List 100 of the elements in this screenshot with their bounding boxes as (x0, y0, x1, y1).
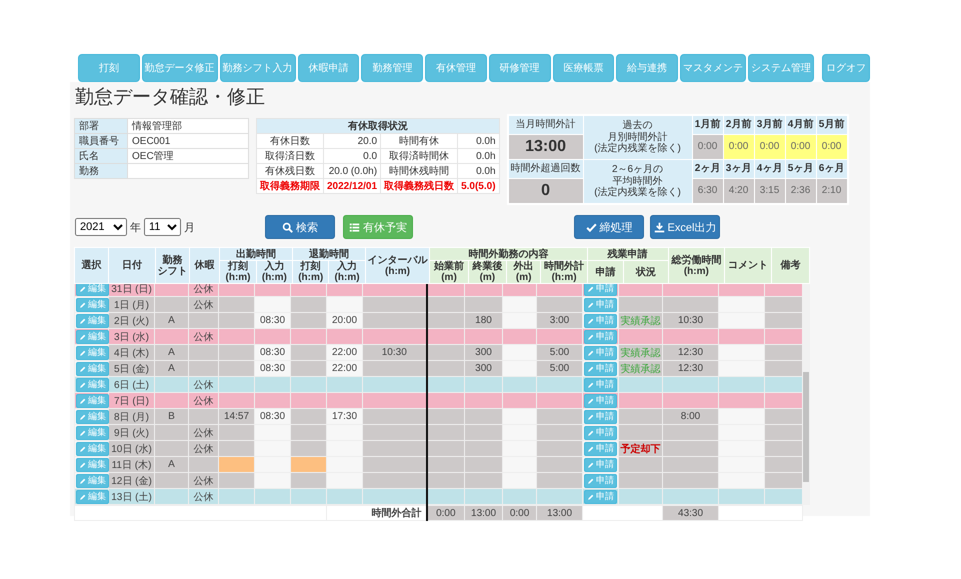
field-value: OEC管理 (128, 148, 248, 164)
column-header: (h:m) (297, 272, 324, 283)
download-icon (654, 222, 665, 232)
apply-button[interactable]: 申請 (584, 346, 617, 360)
edit-button[interactable]: 編集 (76, 378, 109, 392)
apply-button[interactable]: 申請 (584, 490, 617, 504)
column-header: (m) (478, 272, 496, 283)
edit-button[interactable]: 編集 (76, 362, 109, 376)
apply-button[interactable]: 申請 (584, 426, 617, 440)
status-text: 予定却下 (620, 444, 660, 454)
menu-button[interactable]: 勤怠データ修正 (142, 54, 218, 82)
month-value: 4:20 (724, 179, 754, 203)
table-cell: 公休 (188, 376, 218, 392)
leave-value: 0.0h (458, 148, 500, 164)
month-label: 1月前 (692, 116, 723, 134)
scrollbar[interactable] (802, 284, 810, 505)
apply-button[interactable]: 申請 (584, 330, 617, 344)
menu-button[interactable]: 勤務管理 (361, 54, 424, 82)
summary-value: 0 (508, 179, 583, 203)
apply-button[interactable]: 申請 (584, 442, 617, 456)
table-cell: 3日 (水) (108, 328, 154, 344)
search-button[interactable]: 検索 (265, 215, 335, 239)
edit-button[interactable]: 編集 (76, 314, 109, 328)
column-header: 時間外計 (543, 261, 586, 272)
table-cell: 5:00 (536, 344, 582, 360)
month-label: 3月前 (754, 116, 785, 134)
table-cell: 13:00 (464, 506, 503, 520)
field-label: 氏名 (74, 148, 128, 164)
edit-button[interactable]: 編集 (76, 330, 109, 344)
leave-value: 2022/12/01 (324, 178, 381, 194)
column-header: (m) (514, 272, 532, 283)
panel-title: 有休取得状況 (256, 118, 500, 134)
menu-button[interactable]: 勤務シフト入力 (220, 54, 296, 82)
leave-value: 20.0 (324, 134, 381, 148)
month-value: 0:00 (754, 135, 785, 159)
menu-button[interactable]: 休暇申請 (298, 54, 360, 82)
edit-button[interactable]: 編集 (76, 426, 109, 440)
table-cell: 4日 (木) (108, 344, 154, 360)
month-select[interactable]: 11 (144, 218, 181, 236)
table-cell: 7日 (日) (108, 392, 154, 408)
export-button[interactable]: Excel出力 (650, 215, 720, 239)
apply-button[interactable]: 申請 (584, 474, 617, 488)
edit-button[interactable]: 編集 (76, 298, 109, 312)
leave-label: 取得義務期限 (256, 178, 324, 194)
menu-button[interactable]: 有休管理 (425, 54, 487, 82)
year-label: 年 (130, 220, 141, 234)
table-cell: 8:00 (662, 408, 718, 424)
table-cell: 公休 (188, 472, 218, 488)
table-cell: 08:30 (254, 344, 290, 360)
logoff-button[interactable]: ログオフ (822, 54, 870, 82)
leave-label: 有休日数 (256, 134, 324, 148)
column-header: シフト (156, 266, 188, 276)
column-header: 備考 (779, 260, 802, 271)
edit-button[interactable]: 編集 (76, 410, 109, 424)
edit-button[interactable]: 編集 (76, 346, 109, 360)
table-cell: 公休 (188, 440, 218, 456)
menu-button[interactable]: 医療帳票 (552, 54, 614, 82)
apply-button[interactable]: 申請 (584, 362, 617, 376)
table-cell: 20:00 (326, 312, 362, 328)
edit-button[interactable]: 編集 (76, 490, 109, 504)
apply-button[interactable]: 申請 (584, 394, 617, 408)
menu-button[interactable]: 研修管理 (488, 54, 551, 82)
edit-button[interactable]: 編集 (76, 442, 109, 456)
close-button[interactable]: 締処理 (574, 215, 644, 239)
menu-button[interactable]: システム管理 (748, 54, 814, 82)
apply-button[interactable]: 申請 (584, 298, 617, 312)
menu-button[interactable]: マスタメンテ (680, 54, 746, 82)
column-header: 勤務 (161, 254, 184, 266)
plan-button[interactable]: 有休予実 (343, 215, 413, 239)
apply-button[interactable]: 申請 (584, 458, 617, 472)
table-cell: 31日 (日) (108, 284, 154, 296)
apply-button[interactable]: 申請 (584, 410, 617, 424)
leave-label: 取得済時間休 (380, 148, 458, 164)
month-value: 2:36 (786, 179, 816, 203)
column-header: 始業前 (432, 261, 465, 272)
column-header: 状況 (634, 266, 657, 278)
summary-label: 平均時間外 (612, 176, 663, 187)
edit-button[interactable]: 編集 (76, 284, 109, 296)
leave-label: 時間有休 (380, 134, 458, 148)
total-label: 時間外合計 (326, 506, 427, 520)
menu-button[interactable]: 給与連携 (616, 54, 678, 82)
table-cell: 0:00 (426, 506, 465, 520)
month-label: 3ヶ月 (724, 160, 754, 178)
month-label: 4月前 (786, 116, 816, 134)
leave-label: 時間休残時間 (380, 164, 458, 178)
year-select[interactable]: 2021 (75, 218, 127, 236)
edit-button[interactable]: 編集 (76, 394, 109, 408)
month-label: 2月前 (724, 116, 754, 134)
leave-label: 有休残日数 (256, 164, 324, 178)
status-text: 実績承認 (620, 316, 660, 326)
edit-button[interactable]: 編集 (76, 474, 109, 488)
month-label: 4ヶ月 (754, 160, 785, 178)
apply-button[interactable]: 申請 (584, 378, 617, 392)
column-header: (h:m) (334, 272, 361, 283)
table-cell: 08:30 (254, 408, 290, 424)
menu-button[interactable]: 打刻 (78, 54, 140, 82)
leave-value: 0.0h (458, 134, 500, 148)
edit-button[interactable]: 編集 (76, 458, 109, 472)
column-header: インターバル (366, 254, 428, 266)
apply-button[interactable]: 申請 (584, 314, 617, 328)
